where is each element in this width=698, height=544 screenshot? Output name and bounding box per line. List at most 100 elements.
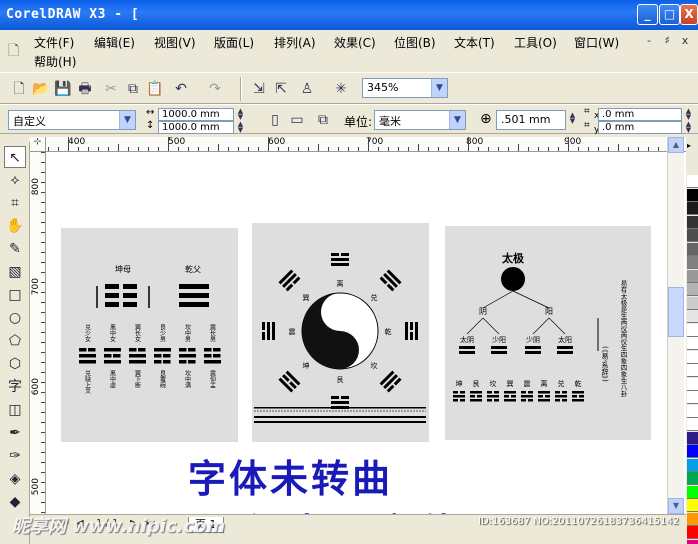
shape-tool-icon[interactable]: ⟡ — [4, 169, 26, 191]
nudge-spinner[interactable]: ▲ ▼ — [568, 112, 577, 125]
color-swatch[interactable] — [687, 526, 698, 539]
menu-file[interactable]: 文件(F) — [34, 34, 74, 51]
units-combo[interactable]: 毫米 ▼ — [374, 110, 466, 130]
duplicate-y-spinner[interactable]: ▲ ▼ — [684, 121, 693, 134]
new-icon[interactable]: 🗋 — [8, 78, 30, 100]
minimize-button[interactable]: _ — [637, 4, 658, 25]
interactive-fill-tool-icon[interactable]: ◆ — [4, 491, 26, 513]
color-swatch[interactable] — [687, 269, 698, 283]
zoom-pan-tool-icon[interactable]: ✋ — [4, 215, 26, 237]
color-swatch[interactable] — [687, 202, 698, 215]
scroll-up-icon[interactable]: ▲ — [668, 137, 684, 153]
page-height-field[interactable]: 1000.0 mm — [158, 121, 234, 134]
color-swatch[interactable] — [687, 283, 698, 296]
menu-effects[interactable]: 效果(C) — [334, 34, 376, 51]
height-spinner[interactable]: ▲ ▼ — [236, 121, 245, 134]
close-button[interactable]: X — [680, 4, 698, 25]
nudge-distance-field[interactable]: .501 mm — [496, 110, 566, 130]
horizontal-ruler[interactable]: 400 500 600 700 800 900 — [46, 137, 686, 152]
page-preset-combo[interactable]: 自定义 ▼ — [8, 110, 136, 130]
color-swatch[interactable] — [687, 431, 698, 445]
color-swatch[interactable] — [687, 350, 698, 364]
color-swatch[interactable] — [687, 323, 698, 337]
eyedropper-tool-icon[interactable]: ✒ — [4, 422, 26, 444]
color-swatch[interactable] — [687, 229, 698, 242]
corel-online-icon[interactable]: ✳ — [330, 78, 352, 100]
color-swatch[interactable] — [687, 256, 698, 269]
mdi-restore-button[interactable]: ♯ — [658, 34, 676, 50]
mdi-minimize-button[interactable]: - — [640, 34, 658, 50]
vertical-scrollbar[interactable]: ▲ ▼ — [667, 137, 684, 514]
smart-fill-tool-icon[interactable]: ▧ — [4, 261, 26, 283]
menu-bitmaps[interactable]: 位图(B) — [394, 34, 436, 51]
all-pages-icon[interactable]: ⧉ — [312, 109, 334, 131]
pick-tool-icon[interactable]: ↖ — [4, 146, 26, 168]
scroll-thumb[interactable] — [668, 287, 684, 337]
color-swatch[interactable] — [687, 377, 698, 391]
color-swatch[interactable] — [687, 310, 698, 323]
chevron-down-icon[interactable]: ▼ — [119, 111, 135, 129]
color-swatch[interactable] — [687, 296, 698, 310]
menu-tools[interactable]: 工具(O) — [514, 34, 557, 51]
chevron-down-icon[interactable]: ▼ — [449, 111, 465, 129]
duplicate-y-field[interactable]: .0 mm — [598, 121, 682, 134]
taiji-tree-panel[interactable]: 太极 阴 阳 太阴 少阳 少阴 太阳坤 艮 坎 巽 震 离 兑 乾 (《易·系辞》) 易有太极是生两… — [445, 226, 651, 440]
color-swatch[interactable] — [687, 539, 698, 544]
redo-icon[interactable]: ↷ — [204, 78, 226, 100]
rectangle-tool-icon[interactable]: □ — [4, 284, 26, 306]
menu-edit[interactable]: 编辑(E) — [94, 34, 135, 51]
outline-tool-icon[interactable]: ✑ — [4, 445, 26, 467]
color-swatch[interactable] — [687, 175, 698, 188]
color-swatch[interactable] — [687, 445, 698, 458]
page-width-field[interactable]: 1000.0 mm — [158, 108, 234, 121]
landscape-icon[interactable]: ▭ — [286, 109, 308, 131]
color-swatch[interactable] — [687, 472, 698, 485]
mdi-close-button[interactable]: x — [676, 34, 694, 50]
bagua-panel[interactable]: 离兑乾坎艮 坤 震 巽 — [252, 223, 429, 442]
zoom-level-combo[interactable]: 345% ▼ — [362, 78, 448, 98]
ellipse-tool-icon[interactable]: ○ — [4, 307, 26, 329]
menu-view[interactable]: 视图(V) — [154, 34, 196, 51]
undo-icon[interactable]: ↶ — [170, 78, 192, 100]
color-swatch[interactable] — [687, 242, 698, 256]
maximize-button[interactable]: □ — [659, 4, 680, 25]
color-swatch[interactable] — [687, 215, 698, 229]
color-swatch[interactable] — [687, 404, 698, 418]
color-swatch[interactable] — [687, 188, 698, 202]
polygon-tool-icon[interactable]: ⬠ — [4, 330, 26, 352]
text-tool-icon[interactable]: 字 — [4, 376, 26, 398]
export-icon[interactable]: ⇱ — [270, 78, 292, 100]
color-swatch[interactable] — [687, 418, 698, 431]
trigram-family-panel[interactable]: 坤母 乾父 兑少女 兑缺上爻 离中女 离中虚 巽长女 巽下断 艮少男 艮覆碗 坎中男 坎中满 震长男… — [61, 228, 238, 442]
chevron-down-icon[interactable]: ▼ — [431, 79, 447, 97]
interactive-blend-tool-icon[interactable]: ◫ — [4, 399, 26, 421]
portrait-icon[interactable]: ▯ — [264, 109, 286, 131]
scroll-down-icon[interactable]: ▼ — [668, 498, 684, 514]
color-swatch[interactable] — [687, 485, 698, 499]
color-swatch[interactable] — [687, 337, 698, 350]
application-launcher-icon[interactable]: ♙ — [296, 78, 318, 100]
save-icon[interactable]: 💾 — [52, 78, 74, 100]
crop-tool-icon[interactable]: ⌗ — [4, 192, 26, 214]
duplicate-x-field[interactable]: .0 mm — [598, 108, 682, 121]
paste-icon[interactable]: 📋 — [144, 78, 166, 100]
color-swatch[interactable] — [687, 458, 698, 472]
cut-icon[interactable]: ✂ — [100, 78, 122, 100]
menu-arrange[interactable]: 排列(A) — [274, 34, 316, 51]
basic-shapes-tool-icon[interactable]: ⬡ — [4, 353, 26, 375]
color-swatch[interactable] — [687, 499, 698, 512]
ruler-origin-icon[interactable]: ⊹ — [30, 137, 46, 152]
color-swatch[interactable] — [687, 364, 698, 377]
open-icon[interactable]: 📂 — [30, 78, 52, 100]
color-swatch[interactable] — [687, 391, 698, 404]
palette-menu-icon[interactable]: ▸ — [687, 141, 691, 150]
menu-layout[interactable]: 版面(L) — [214, 34, 254, 51]
menu-help[interactable]: 帮助(H) — [34, 53, 76, 70]
freehand-tool-icon[interactable]: ✎ — [4, 238, 26, 260]
copy-icon[interactable]: ⧉ — [122, 78, 144, 100]
menu-window[interactable]: 窗口(W) — [574, 34, 619, 51]
print-icon[interactable]: 🖶 — [74, 78, 96, 100]
vertical-ruler[interactable]: 800 700 600 500 — [30, 152, 46, 522]
import-icon[interactable]: ⇲ — [248, 78, 270, 100]
fill-tool-icon[interactable]: ◈ — [4, 468, 26, 490]
